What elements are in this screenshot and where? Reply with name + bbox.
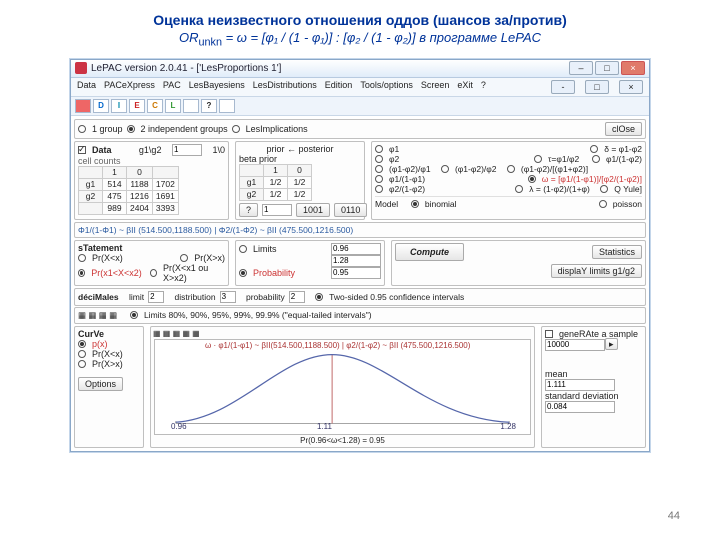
app-icon	[75, 62, 87, 74]
prior-one[interactable]	[262, 204, 292, 216]
menu-dist[interactable]: LesDistributions	[253, 80, 317, 94]
mean-out	[545, 379, 615, 391]
prior-q[interactable]: ?	[239, 203, 258, 217]
decimales-panel: déciMales limit distribution probability…	[74, 288, 646, 306]
menu-pacex[interactable]: PACeXpress	[104, 80, 155, 94]
data-panel: Data g1\g2 1\0 cell counts 10 g151411881…	[74, 141, 229, 220]
limits-panel: Limits Probability	[235, 240, 385, 286]
options-button[interactable]: Options	[78, 377, 123, 391]
menu-edit[interactable]: Edition	[325, 80, 353, 94]
radio-px[interactable]	[78, 340, 86, 348]
mdi-min[interactable]: -	[551, 80, 575, 94]
tool-home[interactable]	[75, 99, 91, 113]
density-plot: ω · φ1/(1-φ1) ~ βII(514.500,1188.500) | …	[154, 339, 531, 435]
menu-help[interactable]: ?	[481, 80, 486, 94]
menu-bayes[interactable]: LesBayesiens	[189, 80, 245, 94]
tool-7[interactable]: ?	[201, 99, 217, 113]
radio-omega[interactable]	[528, 175, 536, 183]
prior-n1[interactable]: 1001	[296, 203, 330, 217]
radio-binomial[interactable]	[411, 200, 419, 208]
limit-1[interactable]	[331, 243, 381, 255]
titlebar: LePAC version 2.0.41 - ['LesProportions …	[71, 60, 649, 78]
radio-poisson[interactable]	[599, 200, 607, 208]
tool-8[interactable]	[219, 99, 235, 113]
mdi-max[interactable]: □	[585, 80, 609, 94]
display-button[interactable]: displaY limits g1/g2	[551, 264, 642, 278]
params-panel: φ1 δ = φ1-φ2 φ2 τ=φ1/φ2 φ1/(1-φ2) (φ1-φ2…	[371, 141, 646, 220]
cell-table: 10 g151411881702 g247512161691 989240433…	[78, 166, 179, 215]
min-button[interactable]: –	[569, 61, 593, 75]
tool-l[interactable]: L	[165, 99, 181, 113]
app-window: LePAC version 2.0.41 - ['LesProportions …	[70, 59, 650, 452]
tool-i[interactable]: I	[111, 99, 127, 113]
radio-prx1x2[interactable]	[78, 269, 85, 277]
prob-input[interactable]	[331, 267, 381, 279]
tool-e[interactable]: E	[129, 99, 145, 113]
groups-panel: 1 group 2 independent groups LesImplicat…	[74, 119, 646, 139]
prior-panel: prior ← posterior beta prior 10 g11/21/2…	[235, 141, 365, 220]
menu-data[interactable]: Data	[77, 80, 96, 94]
radio-implications[interactable]	[232, 125, 240, 133]
radio-1group[interactable]	[78, 125, 86, 133]
deci-limit[interactable]	[148, 291, 164, 303]
limit-2[interactable]	[331, 255, 381, 267]
curve-panel: CurVe p(x) Pr(X<x) Pr(X>x) Options	[74, 326, 144, 448]
gen-go[interactable]: ▸	[605, 338, 618, 350]
prior-n2[interactable]: 0110	[334, 203, 367, 217]
tool-d[interactable]: D	[93, 99, 109, 113]
statement-panel: sTatement Pr(X<x) Pr(X>x) Pr(x1<X<x2) Pr…	[74, 240, 229, 286]
menu-pac[interactable]: PAC	[163, 80, 181, 94]
radio-2groups[interactable]	[127, 125, 135, 133]
plot-panel: ▦ ▦ ▦ ▦ ▦ ω · φ1/(1-φ1) ~ βII(514.500,11…	[150, 326, 535, 448]
limits-list-panel: ▦ ▦ ▦ ▦ Limits 80%, 90%, 95%, 99%, 99.9%…	[74, 307, 646, 324]
compute-button[interactable]: Compute	[395, 243, 464, 261]
max-button[interactable]: □	[595, 61, 619, 75]
slide-title: Оценка неизвестного отношения оддов (шан…	[30, 12, 690, 28]
menu-screen[interactable]: Screen	[421, 80, 450, 94]
tool-6[interactable]	[183, 99, 199, 113]
mdi-close[interactable]: ×	[619, 80, 643, 94]
compute-panel: Compute Statistics displaY limits g1/g2	[391, 240, 646, 286]
g1g2-a[interactable]	[172, 144, 202, 156]
menu-tools[interactable]: Tools/options	[360, 80, 413, 94]
data-check[interactable]	[78, 146, 86, 154]
close-panel-button[interactable]: clOse	[605, 122, 642, 136]
gen-n[interactable]	[545, 339, 605, 351]
statistics-button[interactable]: Statistics	[592, 245, 642, 259]
close-button[interactable]: ×	[621, 61, 645, 75]
tool-c[interactable]: C	[147, 99, 163, 113]
toolbar: D I E C L ?	[71, 97, 649, 116]
slide-formula: ORunkn = ω = [φ₁ / (1 - φ₁)] : [φ₂ / (1 …	[30, 30, 690, 49]
window-title: LePAC version 2.0.41 - ['LesProportions …	[91, 63, 567, 74]
menubar: Data PACeXpress PAC LesBayesiens LesDist…	[71, 78, 649, 97]
sd-out	[545, 401, 615, 413]
radio-prob[interactable]	[239, 269, 247, 277]
menu-exit[interactable]: eXit	[457, 80, 473, 94]
page-number: 44	[668, 510, 680, 522]
generate-panel: geneRAte a sample ▸ mean standard deviat…	[541, 326, 646, 448]
formula-line: Φ1/(1-Φ1) ~ βII (514.500,1188.500) | Φ2/…	[74, 222, 646, 238]
